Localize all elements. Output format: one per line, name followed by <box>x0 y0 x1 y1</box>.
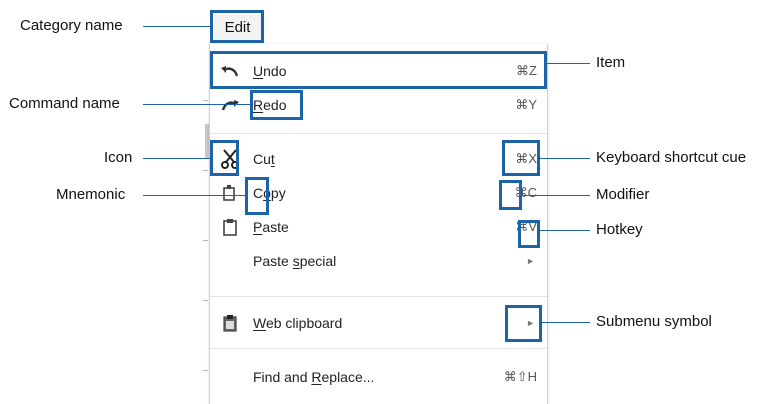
keyboard-shortcut-highlight <box>502 140 540 176</box>
ruler-tick <box>203 170 208 171</box>
mnemonic-letter: t <box>270 151 275 167</box>
ruler-tick <box>203 370 208 371</box>
ruler-tick <box>203 100 208 101</box>
scrollbar-thumb[interactable] <box>205 124 209 158</box>
keyboard-shortcut-leader <box>540 158 590 159</box>
callout-keyboard-shortcut-cue: Keyboard shortcut cue <box>596 149 747 166</box>
callout-category-name: Category name <box>20 17 123 34</box>
mnemonic-letter: R <box>311 369 322 385</box>
menu-item-label: Paste special <box>253 253 337 269</box>
submenu-arrow-icon: ► <box>526 256 535 266</box>
category-name-highlight <box>210 10 264 43</box>
menu-separator <box>210 348 547 349</box>
clipboard-icon <box>220 217 240 237</box>
mnemonic-letter: s <box>292 253 300 269</box>
ruler-tick <box>203 300 208 301</box>
menu-item-paste-special[interactable]: Paste special ► <box>210 244 547 278</box>
web-clipboard-icon <box>220 313 240 333</box>
menu-separator <box>210 296 547 297</box>
callout-modifier: Modifier <box>596 186 650 203</box>
submenu-symbol-leader <box>542 322 590 323</box>
icon-highlight <box>210 140 239 176</box>
menu-separator <box>210 133 547 134</box>
submenu-symbol-highlight <box>505 305 542 342</box>
command-name-leader <box>143 104 250 105</box>
command-name-highlight <box>250 90 303 120</box>
modifier-leader <box>522 195 590 196</box>
menu-item-web-clipboard[interactable]: Web clipboard ► <box>210 306 547 340</box>
menu-item-find-replace[interactable]: Find and Replace... ⌘⇧H <box>210 360 547 394</box>
hotkey-leader <box>540 230 590 231</box>
mnemonic-highlight <box>245 177 269 215</box>
hotkey-highlight <box>518 220 540 248</box>
menu-item-paste[interactable]: Paste ⌘V <box>210 210 547 244</box>
menu-item-label: Web clipboard <box>253 315 343 331</box>
shortcut-key: C <box>527 185 537 200</box>
copy-icon <box>220 183 240 203</box>
redo-arrow-icon <box>220 95 240 115</box>
callout-mnemonic: Mnemonic <box>56 186 126 203</box>
modifier-highlight <box>499 180 522 210</box>
callout-item: Item <box>596 54 626 71</box>
mnemonic-letter: P <box>253 219 263 235</box>
callout-hotkey: Hotkey <box>596 221 643 238</box>
category-name-leader <box>143 26 210 27</box>
ruler-tick <box>203 240 208 241</box>
item-highlight <box>210 51 547 89</box>
callout-submenu-symbol: Submenu symbol <box>596 313 712 330</box>
icon-leader <box>143 158 210 159</box>
item-leader <box>547 63 590 64</box>
mnemonic-leader <box>143 195 245 196</box>
menu-item-label: Cut <box>253 151 275 167</box>
callout-icon: Icon <box>104 149 133 166</box>
menu-item-label: Find and Replace... <box>253 369 375 385</box>
mnemonic-letter: W <box>253 315 266 331</box>
callout-command-name: Command name <box>9 95 120 112</box>
keyboard-shortcut: ⌘⇧H <box>503 369 537 384</box>
menu-item-label: Paste <box>253 219 289 235</box>
keyboard-shortcut: ⌘Y <box>515 97 537 112</box>
menu-item-cut[interactable]: Cut ⌘X <box>210 142 547 176</box>
